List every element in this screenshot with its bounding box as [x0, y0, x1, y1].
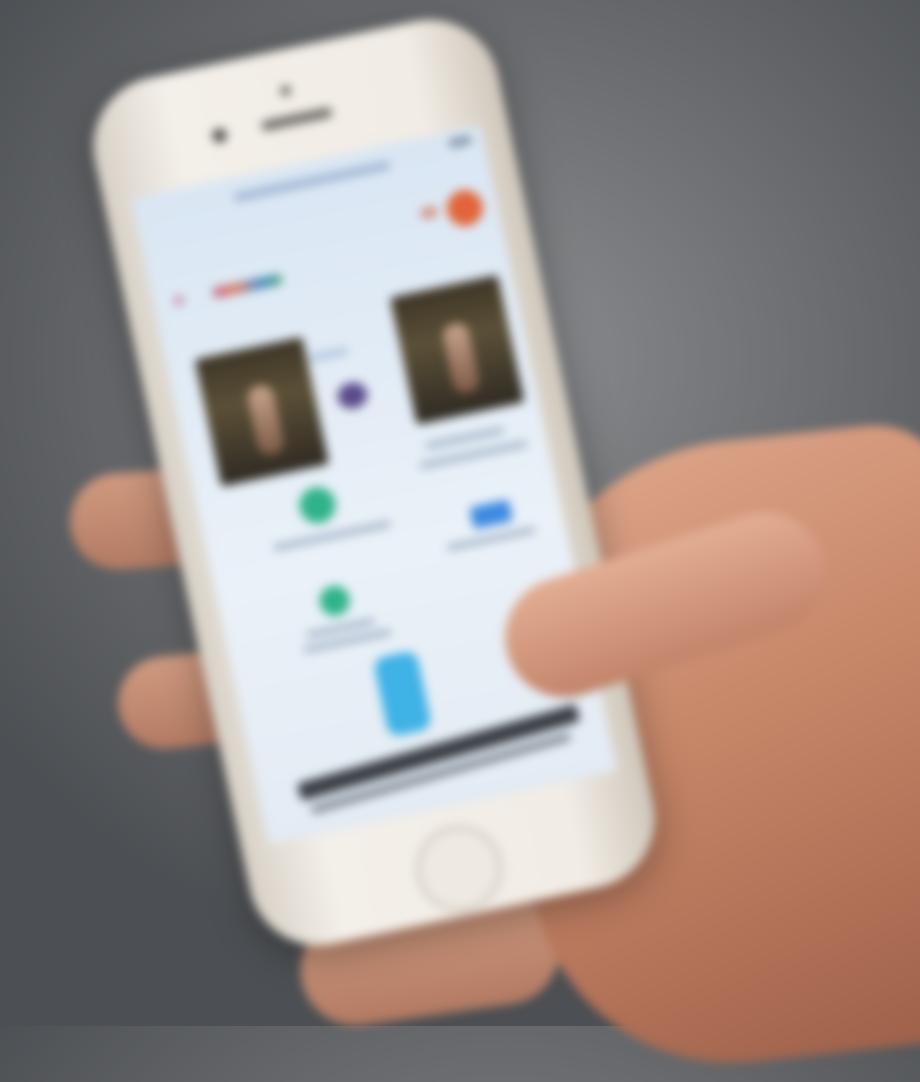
status-green-icon [296, 483, 339, 527]
caption-line [425, 426, 505, 450]
front-sensor [279, 84, 292, 97]
headline-blurred [296, 703, 581, 802]
app-logo [212, 273, 283, 299]
status-green-icon [316, 582, 353, 619]
photo-scene [0, 0, 920, 1082]
battery-icon [448, 135, 472, 148]
status-bar [132, 125, 489, 238]
profile-avatar-icon [443, 186, 487, 230]
caption-line [272, 520, 392, 552]
app-title-blurred [232, 160, 392, 202]
notification-icon [420, 206, 438, 220]
connection-line [308, 347, 349, 362]
back-icon [172, 294, 185, 307]
front-camera [211, 127, 228, 144]
chat-badge-icon [469, 499, 514, 530]
caption-line [446, 526, 536, 552]
smartphone [80, 6, 668, 959]
profile-photo-right [389, 274, 525, 425]
earpiece-speaker [260, 106, 334, 132]
phone-illustration-icon [372, 649, 433, 738]
match-icon [335, 379, 370, 412]
home-button[interactable] [408, 817, 511, 920]
